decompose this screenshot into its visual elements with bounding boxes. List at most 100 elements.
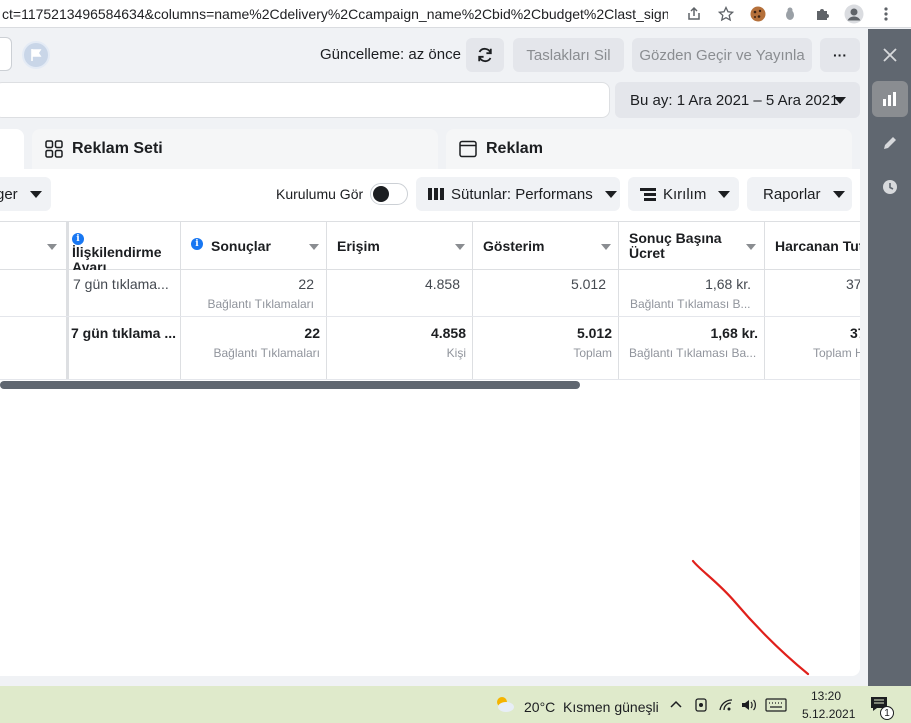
- sort-icon: [309, 244, 319, 250]
- history-button[interactable]: [872, 169, 908, 205]
- editor-toolbar: Güncelleme: az önce Taslakları Sil Gözde…: [0, 29, 868, 79]
- weather-icon: [493, 694, 515, 719]
- weather-description[interactable]: Kısmen güneşli: [563, 699, 659, 715]
- tab-ads[interactable]: Reklam: [446, 129, 852, 169]
- profile-avatar-icon[interactable]: [838, 0, 870, 28]
- keyboard-icon[interactable]: [765, 698, 787, 717]
- annotation-stroke: [691, 559, 810, 676]
- columns-label: Sütunlar: Performans: [451, 185, 593, 203]
- total-spent: 37: [850, 325, 860, 341]
- date-range-picker[interactable]: Bu ay: 1 Ara 2021 – 5 Ara 2021: [615, 82, 860, 118]
- close-icon: [883, 48, 897, 62]
- more-options-button[interactable]: ···: [820, 38, 860, 72]
- row-impressions: 5.012: [570, 276, 606, 292]
- chevron-down-icon: [832, 190, 845, 198]
- tab-adsets[interactable]: Reklam Seti: [32, 129, 438, 169]
- charts-button[interactable]: [872, 81, 908, 117]
- header-results[interactable]: i Sonuçlar: [181, 222, 326, 270]
- pencil-icon: [884, 137, 896, 149]
- row-reach: 4.858: [424, 276, 460, 292]
- reports-dropdown-button[interactable]: Raporlar: [747, 177, 852, 211]
- extensions-puzzle-icon[interactable]: [806, 0, 838, 28]
- weather-temperature[interactable]: 20°C: [524, 699, 555, 715]
- sort-icon: [455, 244, 465, 250]
- edit-button[interactable]: [872, 125, 908, 161]
- clock-date[interactable]: 5.12.2021: [802, 707, 855, 721]
- row-results-sub: Bağlantı Tıklamaları: [207, 297, 315, 311]
- frozen-column-divider: [66, 221, 69, 380]
- extension-bug-icon[interactable]: [774, 0, 806, 28]
- wifi-icon[interactable]: [718, 698, 734, 717]
- breakdown-icon: [640, 188, 656, 201]
- header-spent-label: Harcanan Tut: [775, 238, 860, 254]
- columns-icon: [428, 188, 444, 200]
- columns-dropdown-button[interactable]: Sütunlar: Performans: [416, 177, 620, 211]
- right-sidebar: [868, 29, 911, 686]
- ad-window-icon: [458, 139, 478, 159]
- meet-now-icon[interactable]: [694, 698, 708, 717]
- total-cost: 1,68 kr.: [710, 325, 759, 341]
- total-results: 22: [304, 325, 320, 341]
- account-flag-icon[interactable]: [22, 41, 50, 69]
- total-reach: 4.858: [430, 325, 466, 341]
- share-icon[interactable]: [678, 0, 710, 28]
- tab-campaigns[interactable]: [0, 129, 24, 169]
- total-results-sub: Bağlantı Tıklamaları: [213, 346, 321, 360]
- tab-ads-label: Reklam: [486, 140, 543, 157]
- clock-icon: [883, 180, 897, 194]
- total-impressions-sub: Toplam: [573, 346, 612, 360]
- chevron-up-icon[interactable]: [669, 697, 683, 716]
- browser-toolbar: ct=1175213496584634&columns=name%2Cdeliv…: [0, 0, 911, 28]
- cookie-extension-icon[interactable]: [742, 0, 774, 28]
- total-impressions: 5.012: [576, 325, 612, 341]
- header-attribution-label: İlişkilendirme Ayarı: [72, 244, 162, 271]
- refresh-button[interactable]: [466, 38, 504, 72]
- total-reach-sub: Kişi: [446, 346, 466, 360]
- chevron-down-icon: [718, 190, 731, 198]
- column-divider: [180, 221, 181, 380]
- column-divider: [326, 221, 327, 380]
- breakdown-dropdown-button[interactable]: Kırılım: [628, 177, 739, 211]
- review-publish-button[interactable]: Gözden Geçir ve Yayınla: [632, 38, 812, 72]
- header-reach[interactable]: Erişim: [327, 222, 472, 270]
- row-results: 22: [298, 276, 314, 292]
- browser-menu-icon[interactable]: [870, 0, 902, 28]
- view-setup-label: Kurulumu Gör: [276, 186, 364, 202]
- tab-adsets-label: Reklam Seti: [72, 140, 163, 157]
- table-header-row: i İlişkilendirme Ayarı i Sonuçlar Erişim…: [0, 221, 860, 270]
- bar-chart-icon: [883, 92, 896, 106]
- header-impressions[interactable]: Gösterim: [473, 222, 618, 270]
- bookmark-star-icon[interactable]: [710, 0, 742, 28]
- discard-drafts-button[interactable]: Taslakları Sil: [513, 38, 624, 72]
- volume-icon[interactable]: [740, 697, 758, 718]
- header-reach-label: Erişim: [337, 238, 380, 254]
- header-cost-per-result[interactable]: Sonuç Başına Ücret: [619, 222, 764, 270]
- row-spent: 37: [846, 276, 860, 292]
- filter-dropdown-button[interactable]: ger: [0, 177, 51, 211]
- column-divider: [764, 221, 765, 380]
- address-bar[interactable]: ct=1175213496584634&columns=name%2Cdeliv…: [0, 6, 668, 22]
- search-filter-input[interactable]: [0, 82, 610, 118]
- sort-icon: [746, 244, 756, 250]
- header-amount-spent[interactable]: Harcanan Tut: [765, 222, 860, 270]
- total-attribution: 7 gün tıklama ...: [71, 325, 177, 341]
- reports-label: Raporlar: [763, 185, 821, 203]
- close-button[interactable]: [872, 37, 908, 73]
- header-name[interactable]: [0, 222, 66, 270]
- clock-time[interactable]: 13:20: [811, 689, 841, 703]
- update-status: Güncelleme: az önce: [320, 46, 461, 63]
- horizontal-scrollbar[interactable]: [0, 381, 580, 389]
- header-attribution[interactable]: i İlişkilendirme Ayarı: [70, 222, 180, 270]
- notification-badge: 1: [880, 706, 894, 720]
- date-range-label: Bu ay: 1 Ara 2021 – 5 Ara 2021: [630, 91, 839, 109]
- column-divider: [618, 221, 619, 380]
- header-impressions-label: Gösterim: [483, 238, 545, 254]
- row-divider: [0, 316, 860, 317]
- left-control[interactable]: [0, 37, 12, 71]
- row-cost: 1,68 kr.: [705, 276, 751, 292]
- view-setup-toggle[interactable]: [370, 183, 408, 205]
- total-cost-sub: Bağlantı Tıklaması Ba...: [629, 346, 756, 360]
- filter-dropdown-label: ger: [0, 185, 18, 203]
- column-divider: [472, 221, 473, 380]
- row-divider: [0, 379, 860, 380]
